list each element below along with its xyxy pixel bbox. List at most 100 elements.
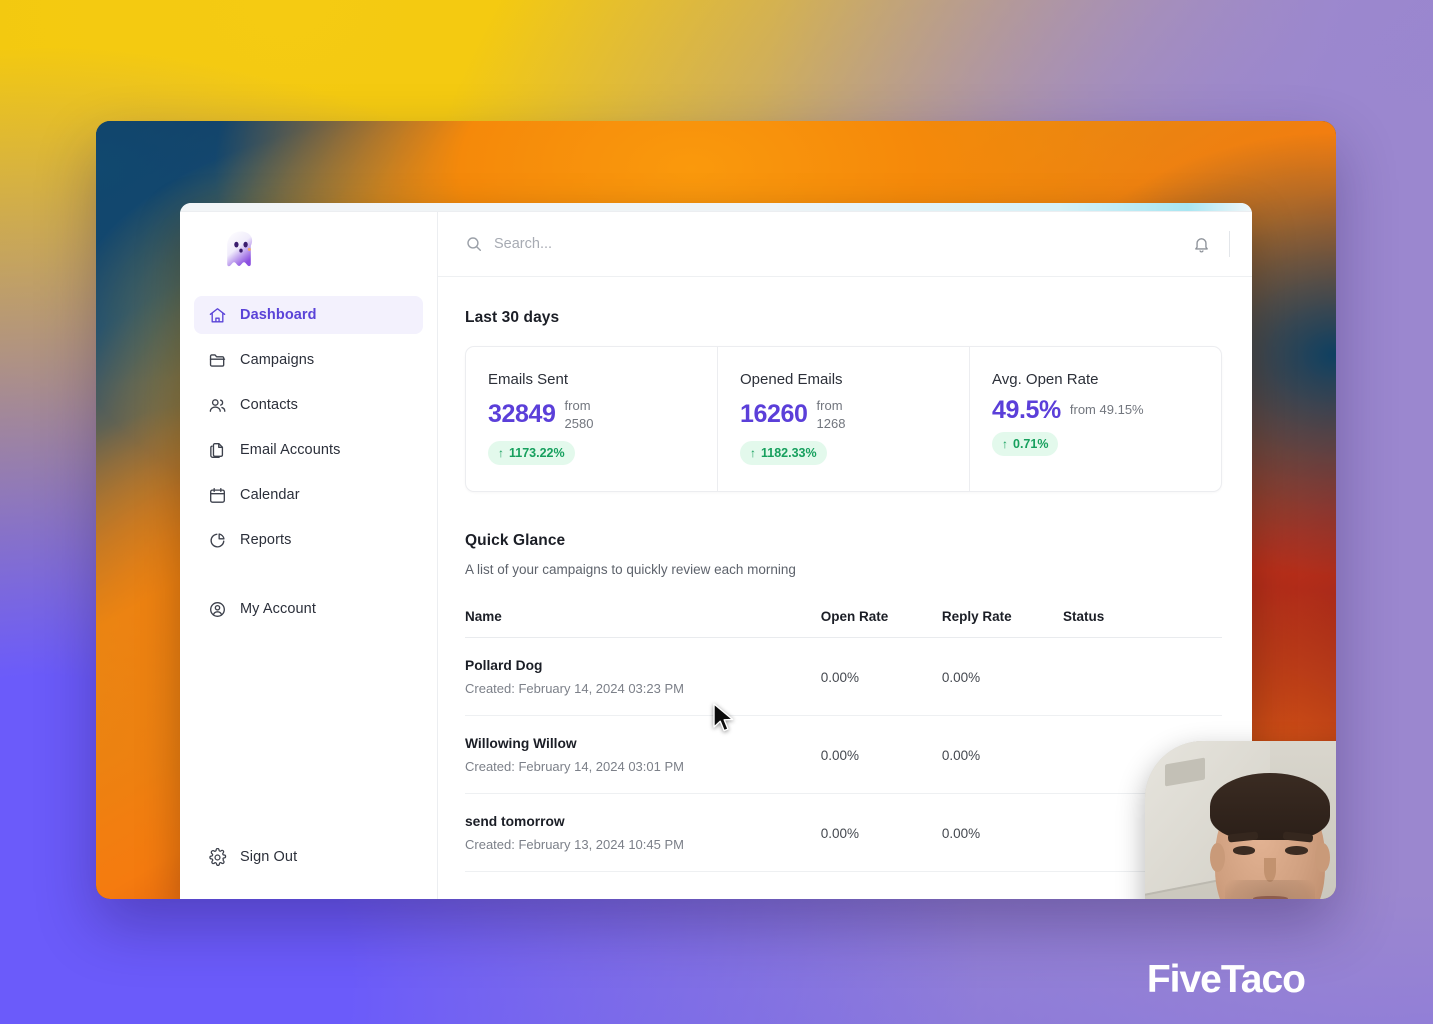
stat-row: 32849 from 2580 ↑ 1173.22% [488,397,695,466]
folder-icon [209,353,226,367]
campaigns-table: Name Open Rate Reply Rate Status Pollard… [465,609,1222,873]
stat-delta-badge: ↑ 1173.22% [488,441,575,466]
webcam-mouth [1252,896,1288,899]
stat-card-opened-emails: Opened Emails 16260 from 1268 ↑ 1182.33% [718,347,970,492]
table-row[interactable]: Willowing Willow Created: February 14, 2… [465,715,1222,795]
quick-glance-subtitle: A list of your campaigns to quickly revi… [465,562,796,578]
sidebar-item-dashboard[interactable]: Dashboard [194,296,423,334]
sidebar-item-label: Contacts [240,397,299,413]
sidebar-item-label: Email Accounts [240,442,341,458]
arrow-up-icon: ↑ [1002,437,1008,452]
gear-icon [209,847,227,866]
date-range-title: Last 30 days [465,309,560,326]
column-header-open-rate[interactable]: Open Rate [820,609,942,639]
search-area[interactable] [465,235,1174,253]
stat-from-value: 2580 [564,415,594,431]
dashboard-body: Last 30 days Emails Sent 32849 from 2580 [438,277,1252,873]
top-bar-divider [1229,231,1230,257]
sidebar-item-label: Calendar [240,487,300,503]
stat-title: Opened Emails [740,371,843,388]
table-row[interactable]: send tomorrow Created: February 13, 2024… [465,793,1222,873]
campaign-name: Pollard Dog [465,658,543,674]
campaign-created: Created: February 14, 2024 03:01 PM [465,759,684,775]
brand-logo[interactable] [180,212,437,280]
column-header-status[interactable]: Status [1063,609,1222,639]
sidebar-item-campaigns[interactable]: Campaigns [194,341,423,379]
sidebar-item-email-accounts[interactable]: Email Accounts [194,431,423,469]
stat-row: 16260 from 1268 ↑ 1182.33% [740,397,947,466]
stat-value: 16260 [740,400,808,429]
table-row[interactable]: Pollard Dog Created: February 14, 2024 0… [465,637,1222,717]
table-header-row: Name Open Rate Reply Rate Status [465,609,1222,639]
sidebar-footer: Sign Out [180,838,437,899]
campaign-created: Created: February 14, 2024 03:23 PM [465,681,684,697]
app-window: Dashboard Campaigns Contacts Email Accou… [180,203,1252,899]
webcam-ear-left [1210,842,1225,873]
sidebar-item-my-account[interactable]: My Account [194,590,423,628]
webcam-eye-right [1285,846,1308,855]
stat-from-label: from [1069,402,1096,418]
search-input[interactable] [494,236,814,252]
quick-glance-title: Quick Glance [465,532,566,550]
home-icon [209,307,226,323]
stat-title: Avg. Open Rate [992,371,1099,388]
stat-delta-badge: ↑ 1182.33% [740,441,827,466]
users-icon [209,398,226,412]
fivetaco-wordmark: FiveTaco [1146,958,1306,1001]
cell-reply-rate: 0.00% [941,715,1063,795]
desktop-screenshot-frame: Dashboard Campaigns Contacts Email Accou… [96,121,1336,899]
cell-reply-rate: 0.00% [941,793,1063,873]
sidebar-nav: Dashboard Campaigns Contacts Email Accou… [180,296,437,635]
ghost-icon [227,231,253,267]
stat-from-label: from [816,398,843,413]
cell-status [1063,637,1222,717]
stat-value: 32849 [488,400,556,429]
sign-out-button[interactable]: Sign Out [194,838,423,876]
campaign-created: Created: February 13, 2024 10:45 PM [465,837,684,853]
sidebar-item-contacts[interactable]: Contacts [194,386,423,424]
sidebar-item-label: Dashboard [240,307,317,323]
main-content: Last 30 days Emails Sent 32849 from 2580 [438,212,1252,899]
notifications-button[interactable] [1174,235,1229,254]
sidebar-item-reports[interactable]: Reports [194,521,423,559]
stat-card-avg-open-rate: Avg. Open Rate 49.5% from 49.15% ↑ 0.71% [970,347,1221,491]
stat-delta-value: 0.71% [1013,437,1049,452]
arrow-up-icon: ↑ [498,446,504,461]
sidebar-item-label: Reports [240,532,292,548]
stat-from-value: 1268 [816,415,846,431]
column-header-name[interactable]: Name [465,609,821,639]
stats-card-group: Emails Sent 32849 from 2580 ↑ 1173.22% O… [465,346,1222,493]
cell-open-rate: 0.00% [820,793,942,873]
cell-name: Pollard Dog Created: February 14, 2024 0… [465,637,821,717]
top-bar-actions [1174,231,1252,257]
stat-from-label: from [564,398,591,413]
sidebar-item-label: My Account [240,601,316,617]
column-header-reply-rate[interactable]: Reply Rate [941,609,1063,639]
quick-glance-section: Quick Glance A list of your campaigns to… [465,532,1222,873]
bell-icon [1195,237,1208,253]
browser-chrome-strip [180,203,1252,212]
calendar-icon [210,487,225,503]
stat-comparison: from 49.15% [1070,401,1144,419]
documents-icon [210,442,224,458]
sidebar-item-calendar[interactable]: Calendar [194,476,423,514]
cell-open-rate: 0.00% [820,637,942,717]
pie-chart-icon [210,532,225,547]
nav-group-divider [194,566,423,590]
user-circle-icon [210,601,225,617]
stat-card-emails-sent: Emails Sent 32849 from 2580 ↑ 1173.22% [466,347,718,492]
table-head: Name Open Rate Reply Rate Status [465,609,1222,639]
stat-delta-value: 1173.22% [509,446,565,461]
search-icon [467,237,482,252]
sidebar: Dashboard Campaigns Contacts Email Accou… [180,212,438,899]
cell-open-rate: 0.00% [820,715,942,795]
cell-reply-rate: 0.00% [941,637,1063,717]
stat-comparison: from 2580 [565,397,615,432]
campaign-name: Willowing Willow [465,736,577,752]
cell-name: Willowing Willow Created: February 14, 2… [465,715,821,795]
stat-delta-value: 1182.33% [761,446,817,461]
stat-row: 49.5% from 49.15% ↑ 0.71% [992,397,1199,457]
webcam-hair [1210,773,1330,841]
top-bar [438,212,1252,277]
